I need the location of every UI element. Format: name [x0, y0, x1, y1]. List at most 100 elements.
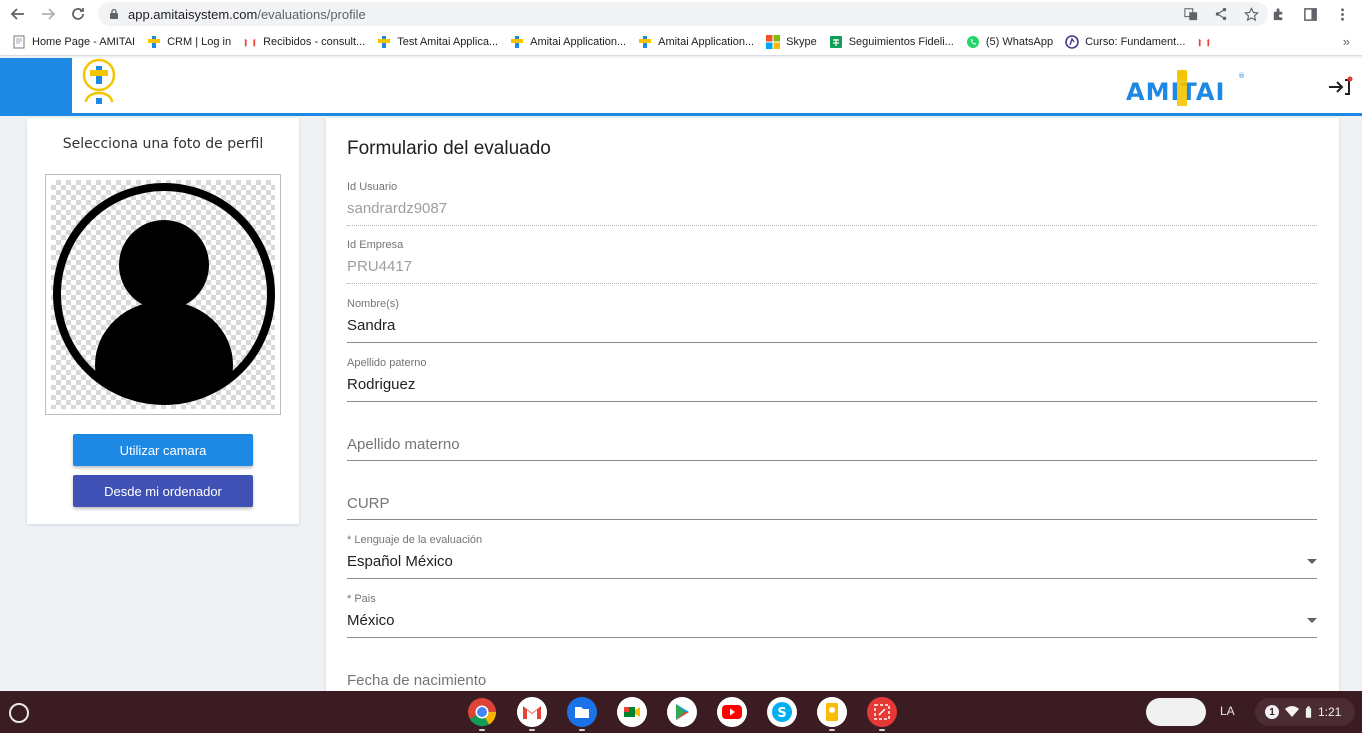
evaluation-language-select[interactable]: * Lenguaje de la evaluación Español Méxi… [347, 534, 1317, 584]
arrow-left-icon [10, 8, 24, 20]
company-id-field: Id Empresa PRU4417 [347, 239, 1317, 289]
bookmark-home-page[interactable]: Home Page - AMITAI [6, 31, 141, 53]
user-id-field: Id Usuario sandrardz9087 [347, 181, 1317, 231]
meet-icon[interactable] [616, 697, 648, 727]
url-path: /evaluations/profile [257, 6, 366, 22]
dropdown-arrow-icon[interactable] [1307, 618, 1317, 623]
bookmark-skype[interactable]: Skype [760, 31, 823, 53]
battery-icon [1305, 705, 1312, 718]
launcher-button[interactable] [9, 703, 29, 723]
app-header: AMITAI ® [0, 58, 1362, 116]
gmail-icon[interactable] [516, 697, 548, 731]
input-method-indicator[interactable]: LA [1220, 704, 1235, 718]
clock: 1:21 [1318, 705, 1342, 719]
field-underline [347, 578, 1317, 579]
bookmark-whatsapp[interactable]: (5) WhatsApp [960, 31, 1059, 53]
bookmark-label: Amitai Application... [530, 35, 627, 48]
bookmark-curso[interactable]: Curso: Fundament... [1059, 31, 1191, 53]
keep-icon[interactable] [816, 697, 848, 731]
bookmark-recibidos[interactable]: Recibidos - consult... [237, 31, 371, 53]
user-avatar-icon [53, 183, 275, 405]
field-underline [347, 637, 1317, 638]
bookmark-amitai-application-1[interactable]: Amitai Application... [504, 31, 632, 53]
field-label: * Lenguaje de la evaluación [347, 534, 483, 546]
country-value[interactable]: México [347, 612, 395, 629]
use-camera-button[interactable]: Utilizar camara [73, 434, 253, 466]
browser-toolbar: app.amitaisystem.com/evaluations/profile [0, 0, 1362, 28]
birth-date-input[interactable]: Fecha de nacimiento [347, 672, 486, 689]
bookmark-label: Test Amitai Applica... [397, 35, 499, 48]
curp-input[interactable]: CURP [347, 495, 390, 512]
url-text: app.amitaisystem.com/evaluations/profile [128, 7, 366, 22]
upload-from-computer-button[interactable]: Desde mi ordenador [73, 475, 253, 507]
share-icon[interactable] [1212, 5, 1230, 23]
amitai-logo: AMITAI ® [1126, 70, 1245, 106]
bookmark-test-amitai[interactable]: Test Amitai Applica... [371, 31, 504, 53]
screencast-icon[interactable] [866, 697, 898, 731]
bookmark-gmail[interactable] [1191, 31, 1223, 53]
side-panel-icon[interactable] [1300, 4, 1320, 24]
lock-icon [110, 8, 118, 19]
bookmark-label: CRM | Log in [167, 35, 232, 48]
status-tray[interactable]: 1 1:21 [1255, 698, 1355, 726]
svg-text:®: ® [1238, 72, 1245, 80]
user-id-value: sandrardz9087 [347, 200, 448, 217]
sidebar-toggle-area[interactable] [0, 58, 72, 113]
extensions-icon[interactable] [1268, 4, 1288, 24]
gmail-icon [243, 35, 257, 49]
holding-space-tray[interactable] [1146, 698, 1206, 726]
maternal-surname-input[interactable]: Apellido materno [347, 436, 460, 453]
youtube-icon[interactable] [716, 697, 748, 727]
translate-icon[interactable] [1182, 5, 1200, 23]
whatsapp-icon [966, 35, 980, 49]
company-id-value: PRU4417 [347, 258, 413, 275]
bookmark-amitai-application-2[interactable]: Amitai Application... [632, 31, 760, 53]
dropdown-arrow-icon[interactable] [1307, 559, 1317, 564]
bookmark-label: Curso: Fundament... [1085, 35, 1186, 48]
curp-field[interactable]: CURP [347, 475, 1317, 525]
bookmark-label: Skype [786, 35, 817, 48]
field-underline [347, 225, 1317, 226]
sheets-icon [829, 35, 843, 49]
first-name-field[interactable]: Nombre(s) Sandra [347, 298, 1317, 348]
address-bar[interactable]: app.amitaisystem.com/evaluations/profile [98, 2, 1268, 26]
photo-preview [45, 174, 281, 415]
bookmark-label: Recibidos - consult... [263, 35, 366, 48]
paternal-surname-field[interactable]: Apellido paterno Rodriguez [347, 357, 1317, 407]
form-title: Formulario del evaluado [347, 138, 551, 159]
bookmark-label: Seguimientos Fideli... [848, 35, 954, 48]
logout-button[interactable] [1326, 74, 1354, 100]
amitai-icon [510, 35, 524, 49]
bookmark-label: (5) WhatsApp [985, 35, 1054, 48]
skype-icon[interactable]: S [766, 697, 798, 727]
forward-button[interactable] [36, 2, 60, 26]
field-underline [347, 401, 1317, 402]
first-name-input[interactable]: Sandra [347, 317, 395, 334]
play-store-icon[interactable] [666, 697, 698, 727]
photo-card-title: Selecciona una foto de perfil [62, 136, 264, 152]
bookmarks-overflow-button[interactable]: » [1343, 34, 1350, 49]
paternal-surname-input[interactable]: Rodriguez [347, 376, 415, 393]
amitai-emblem-icon [82, 58, 116, 104]
amitai-icon [638, 35, 652, 49]
field-underline [347, 519, 1317, 520]
os-taskbar: S LA 1 1:21 [0, 691, 1362, 733]
bookmark-crm[interactable]: CRM | Log in [141, 31, 237, 53]
maternal-surname-field[interactable]: Apellido materno [347, 416, 1317, 466]
reload-button[interactable] [66, 2, 90, 26]
files-icon[interactable] [566, 697, 598, 731]
gmail-icon [1197, 35, 1211, 49]
evaluation-language-value[interactable]: Español México [347, 553, 453, 570]
field-underline [347, 283, 1317, 284]
profile-photo-card: Selecciona una foto de perfil Utilizar c… [27, 118, 299, 524]
bookmark-seguimientos[interactable]: Seguimientos Fideli... [823, 31, 960, 53]
menu-icon[interactable] [1332, 4, 1352, 24]
star-icon[interactable] [1242, 5, 1260, 23]
bookmark-label: Home Page - AMITAI [32, 35, 136, 48]
country-select[interactable]: * Pais México [347, 593, 1317, 643]
chrome-icon[interactable] [466, 697, 498, 731]
amitai-icon [377, 35, 391, 49]
svg-text:S: S [777, 706, 786, 721]
field-label: Id Usuario [347, 181, 398, 193]
back-button[interactable] [6, 2, 30, 26]
